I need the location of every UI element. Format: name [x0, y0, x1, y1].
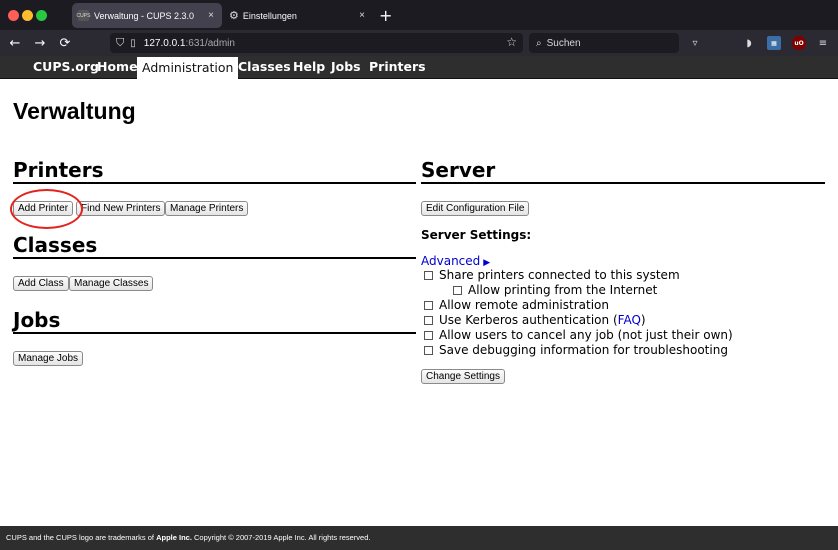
edit-configuration-file-button[interactable]: Edit Configuration File [421, 201, 530, 216]
find-new-printers-button[interactable]: Find New Printers [76, 201, 166, 216]
shield-icon[interactable]: ⛉ [116, 36, 124, 50]
close-window-button[interactable] [8, 10, 19, 21]
menu-jobs[interactable]: Jobs [331, 56, 361, 78]
gear-icon: ⚙ [229, 10, 239, 22]
tab-title: Einstellungen [242, 10, 297, 21]
footer-text-pre: CUPS and the CUPS logo are trademarks of [6, 533, 157, 542]
classes-heading: Classes [13, 233, 416, 259]
menu-classes[interactable]: Classes [238, 56, 291, 78]
extension-puzzle-icon[interactable]: ◗ [742, 36, 756, 50]
url-bar[interactable]: ⛉ ▯ 127.0.0.1:631/admin ☆ [110, 33, 523, 53]
printers-heading: Printers [13, 158, 416, 184]
server-settings-label: Server Settings: [421, 228, 532, 242]
red-circle-annotation [10, 189, 83, 229]
footer-text-post: Copyright © 2007-2019 Apple Inc. All rig… [191, 533, 371, 542]
kerberos-checkbox[interactable] [424, 315, 433, 325]
manage-classes-button[interactable]: Manage Classes [69, 276, 154, 291]
search-input[interactable]: ⌕ Suchen [529, 33, 679, 53]
search-placeholder: Suchen [546, 37, 581, 49]
footer: CUPS and the CUPS logo are trademarks of… [0, 526, 838, 550]
option-share-printers[interactable]: Share printers connected to this system [424, 268, 680, 282]
manage-jobs-button[interactable]: Manage Jobs [13, 351, 84, 366]
url-host: 127.0.0.1 [143, 37, 186, 49]
url-path: :631/admin [185, 37, 235, 49]
tab-close-icon[interactable]: × [204, 10, 218, 21]
advanced-toggle[interactable]: Advanced ▶ [421, 254, 490, 268]
new-tab-button[interactable]: + [379, 6, 392, 25]
tab-einstellungen[interactable]: ⚙ Einstellungen × [225, 3, 373, 28]
allow-internet-printing-checkbox[interactable] [453, 285, 462, 295]
menu-printers[interactable]: Printers [369, 56, 426, 78]
option-cancel-any-job[interactable]: Allow users to cancel any job (not just … [424, 328, 733, 342]
option-debug-logging[interactable]: Save debugging information for troublesh… [424, 343, 728, 357]
share-printers-checkbox[interactable] [424, 270, 433, 280]
extension-screenshot-icon[interactable]: ▦ [767, 36, 781, 50]
cups-menu-bar: CUPS.org Home Administration Classes Hel… [0, 56, 838, 79]
footer-company: Apple Inc. [156, 533, 192, 542]
remote-admin-checkbox[interactable] [424, 300, 433, 310]
debug-logging-checkbox[interactable] [424, 345, 433, 355]
option-label: Save debugging information for troublesh… [439, 343, 728, 357]
footer-text: CUPS and the CUPS logo are trademarks of… [6, 533, 370, 542]
menu-cups-org[interactable]: CUPS.org [33, 56, 99, 78]
minimize-window-button[interactable] [22, 10, 33, 21]
advanced-label[interactable]: Advanced [421, 254, 480, 268]
browser-titlebar: CUPS Verwaltung - CUPS 2.3.0 × ⚙ Einstel… [0, 0, 838, 30]
menu-administration[interactable]: Administration [137, 57, 239, 79]
ublock-origin-icon[interactable]: uO [792, 36, 806, 50]
option-label: Share printers connected to this system [439, 268, 680, 282]
option-label: Allow printing from the Internet [468, 283, 658, 297]
option-allow-internet-printing[interactable]: Allow printing from the Internet [453, 283, 657, 297]
change-settings-button[interactable]: Change Settings [421, 369, 505, 384]
manage-printers-button[interactable]: Manage Printers [165, 201, 249, 216]
tab-title: Verwaltung - CUPS 2.3.0 [94, 10, 195, 21]
jobs-heading: Jobs [13, 308, 416, 334]
bookmark-star-icon[interactable]: ☆ [506, 35, 517, 49]
forward-button[interactable]: → [31, 34, 49, 52]
add-class-button[interactable]: Add Class [13, 276, 69, 291]
tab-close-icon[interactable]: × [355, 10, 369, 21]
page-title: Verwaltung [13, 98, 136, 124]
menu-home[interactable]: Home [97, 56, 138, 78]
option-label: Use Kerberos authentication ( [439, 313, 618, 327]
option-label: Allow users to cancel any job (not just … [439, 328, 733, 342]
browser-navbar: ← → ⟳ ⛉ ▯ 127.0.0.1:631/admin ☆ ⌕ Suchen… [0, 30, 838, 56]
reload-button[interactable]: ⟳ [56, 34, 74, 52]
option-kerberos[interactable]: Use Kerberos authentication (FAQ) [424, 313, 646, 327]
search-icon: ⌕ [536, 37, 542, 49]
cups-favicon-icon: CUPS [77, 10, 90, 21]
faq-link[interactable]: FAQ [618, 313, 641, 327]
menu-help[interactable]: Help [293, 56, 325, 78]
server-heading: Server [421, 158, 825, 184]
pocket-icon[interactable]: ▿ [688, 36, 702, 50]
back-button[interactable]: ← [6, 34, 24, 52]
maximize-window-button[interactable] [36, 10, 47, 21]
disclosure-triangle-icon[interactable]: ▶ [483, 258, 490, 268]
page-info-icon[interactable]: ▯ [130, 38, 136, 49]
option-label: Allow remote administration [439, 298, 609, 312]
option-label-close: ) [640, 313, 646, 327]
cancel-any-job-checkbox[interactable] [424, 330, 433, 340]
tab-verwaltung[interactable]: CUPS Verwaltung - CUPS 2.3.0 × [72, 3, 222, 28]
option-remote-admin[interactable]: Allow remote administration [424, 298, 609, 312]
menu-hamburger-icon[interactable]: ≡ [816, 36, 830, 50]
